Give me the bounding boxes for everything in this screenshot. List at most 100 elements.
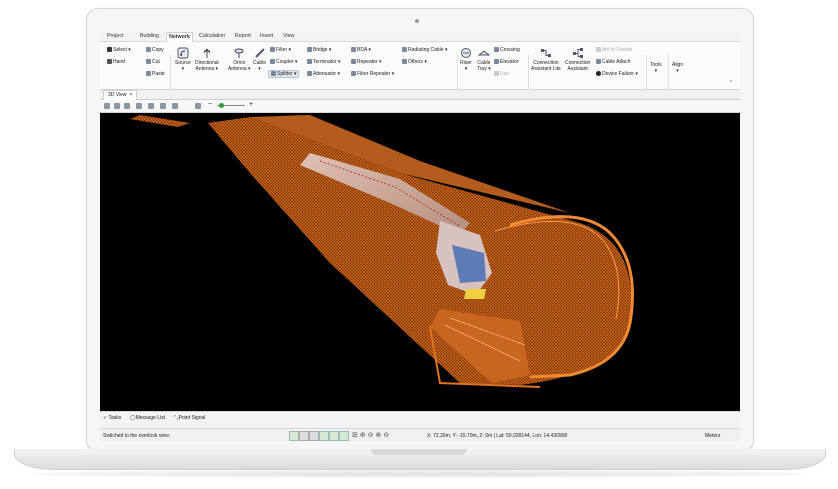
repeater-label: Repeater [357, 59, 378, 65]
tab-calculation[interactable]: Calculation [197, 32, 227, 41]
source-icon [177, 47, 189, 59]
connection-assistant-button[interactable]: Connection Assistant [565, 47, 590, 72]
elevator-label: Elevator [500, 59, 519, 65]
fiber-repeater-button[interactable]: Fiber Repeater ▾ [351, 71, 394, 77]
connection-assistant-lite-button[interactable]: Connection Assistant Lite [531, 47, 561, 72]
tab-view[interactable]: View [281, 32, 296, 41]
bda-label: BDA [357, 47, 368, 53]
cut-button[interactable]: Cut [146, 59, 160, 65]
layer-toggle-icon[interactable] [339, 431, 349, 441]
tab-3d-view[interactable]: 3D View × [103, 90, 138, 100]
directional-antenna-button[interactable]: Directional Antenna ▾ [195, 47, 219, 72]
align-button[interactable]: Align ▾ [672, 62, 683, 74]
directional-label-2: Antenna [195, 66, 215, 72]
tab-insert[interactable]: Insert [258, 32, 275, 41]
pan-icon[interactable] [124, 103, 130, 109]
settings-icon[interactable] [195, 103, 201, 109]
fiber-repeater-label: Fiber Repeater [357, 71, 391, 77]
attenuator-icon [307, 71, 312, 76]
terminator-button[interactable]: Terminator ▾ [307, 59, 341, 65]
cut-label: Cut [152, 59, 160, 65]
camera-icon[interactable] [148, 103, 154, 109]
elevator-button[interactable]: Elevator [494, 59, 518, 65]
coupler-label: Coupler [276, 59, 294, 65]
collapse-ribbon-icon[interactable]: ^ [730, 80, 732, 86]
use-button[interactable]: Use [494, 71, 509, 77]
omni-antenna-button[interactable]: Omni Antenna ▾ [228, 47, 251, 72]
cable-tray-button[interactable]: Cable Tray ▾ [477, 47, 491, 72]
hand-button[interactable]: Hand [107, 59, 125, 65]
directional-antenna-icon [203, 48, 211, 58]
tools-button[interactable]: Tools ▾ [650, 62, 662, 74]
source-button[interactable]: Source ▾ [175, 47, 191, 72]
device-failure-label: Device Failure [602, 71, 634, 77]
bridge-button[interactable]: Bridge ▾ [307, 47, 331, 53]
tab-3d-view-label: 3D View [108, 92, 127, 98]
grid-mode-icon[interactable] [299, 431, 309, 441]
paste-label: Paste [152, 71, 165, 77]
select-button[interactable]: Select ▾ [107, 47, 131, 53]
copy-button[interactable]: Copy [146, 47, 164, 53]
zoom-slider-handle[interactable] [219, 103, 224, 108]
status-message: Switched to the overlook view. [103, 433, 170, 439]
radiating-cable-button[interactable]: Radiating Cable ▾ [402, 47, 448, 53]
cable-attach-button[interactable]: Cable Attach [596, 59, 630, 65]
tunnel-3d-scene [130, 115, 634, 388]
document-tab-bar: 3D View × [100, 90, 740, 100]
zoom-tools[interactable]: ⊞ ⊕ ⊖ ⊕ ⊖ [352, 431, 389, 439]
tab-point-signal[interactable]: ⌜⌟Point Signal [174, 415, 205, 421]
ribbon: Select ▾ Hand Copy Cut Paste General Sou… [100, 42, 740, 98]
connection-lite-icon [540, 49, 551, 57]
align-label: Align [672, 62, 684, 68]
bda-button[interactable]: BDA ▾ [351, 47, 371, 53]
device-failure-button[interactable]: Device Failure ▾ [596, 71, 638, 77]
layers-icon[interactable] [136, 103, 142, 109]
omni-label-2: Antenna [228, 66, 247, 72]
coupler-icon [270, 59, 275, 64]
conn-label-2: Assistant [567, 66, 588, 72]
zoom-in-icon[interactable]: + [249, 101, 253, 108]
use-label: Use [500, 71, 509, 77]
fit-view-icon[interactable] [114, 103, 120, 109]
select-mode-icon[interactable] [289, 431, 299, 441]
ortho-icon[interactable] [319, 431, 329, 441]
measure-icon[interactable] [329, 431, 339, 441]
connection-icon [572, 48, 583, 58]
crossing-button[interactable]: Crossing [494, 47, 520, 53]
cable-attach-label: Cable Attach [602, 59, 631, 65]
tab-message-list[interactable]: ◯Message List [130, 415, 165, 421]
source-label: Source [175, 60, 191, 66]
paste-button[interactable]: Paste [146, 71, 165, 77]
ant-to-feeder-button[interactable]: Ant to Feeder [596, 47, 632, 53]
view-toolbar: − + [100, 100, 740, 113]
cable-button[interactable]: Cable ▾ [253, 47, 266, 72]
tab-building[interactable]: Building [138, 32, 161, 41]
others-button[interactable]: Others ▾ [402, 59, 427, 65]
tab-network[interactable]: Network [166, 32, 193, 42]
use-icon [494, 71, 499, 76]
tunnel-body [208, 117, 632, 385]
repeater-button[interactable]: Repeater ▾ [351, 59, 381, 65]
riser-button[interactable]: Riser ▾ [460, 47, 472, 72]
view-mode-icon[interactable] [160, 103, 166, 109]
tab-project[interactable]: Project [105, 32, 126, 41]
tab-report[interactable]: Report [233, 32, 253, 41]
others-label: Others [408, 59, 424, 65]
view-grid-icon[interactable] [104, 103, 110, 109]
cable-label: Cable [253, 60, 267, 66]
tunnel-fragment [130, 115, 190, 127]
attenuator-label: Attenuator [313, 71, 337, 77]
coupler-button[interactable]: Coupler ▾ [270, 59, 297, 65]
status-bar: Switched to the overlook view. ⊞ ⊕ ⊖ ⊕ ⊖… [100, 428, 740, 441]
laptop-camera [415, 19, 419, 23]
tab-tasks[interactable]: ✓ Tasks [103, 415, 121, 421]
filter-button[interactable]: Filter ▾ [270, 47, 291, 53]
3d-viewport[interactable] [100, 113, 740, 411]
render-icon[interactable] [172, 103, 178, 109]
zoom-out-icon[interactable]: − [208, 101, 212, 108]
snap-icon[interactable] [309, 431, 319, 441]
attenuator-button[interactable]: Attenuator ▾ [307, 71, 340, 77]
splitter-button[interactable]: Splitter ▾ [268, 70, 300, 78]
close-icon[interactable]: × [129, 92, 132, 98]
splitter-label: Splitter [277, 71, 293, 77]
